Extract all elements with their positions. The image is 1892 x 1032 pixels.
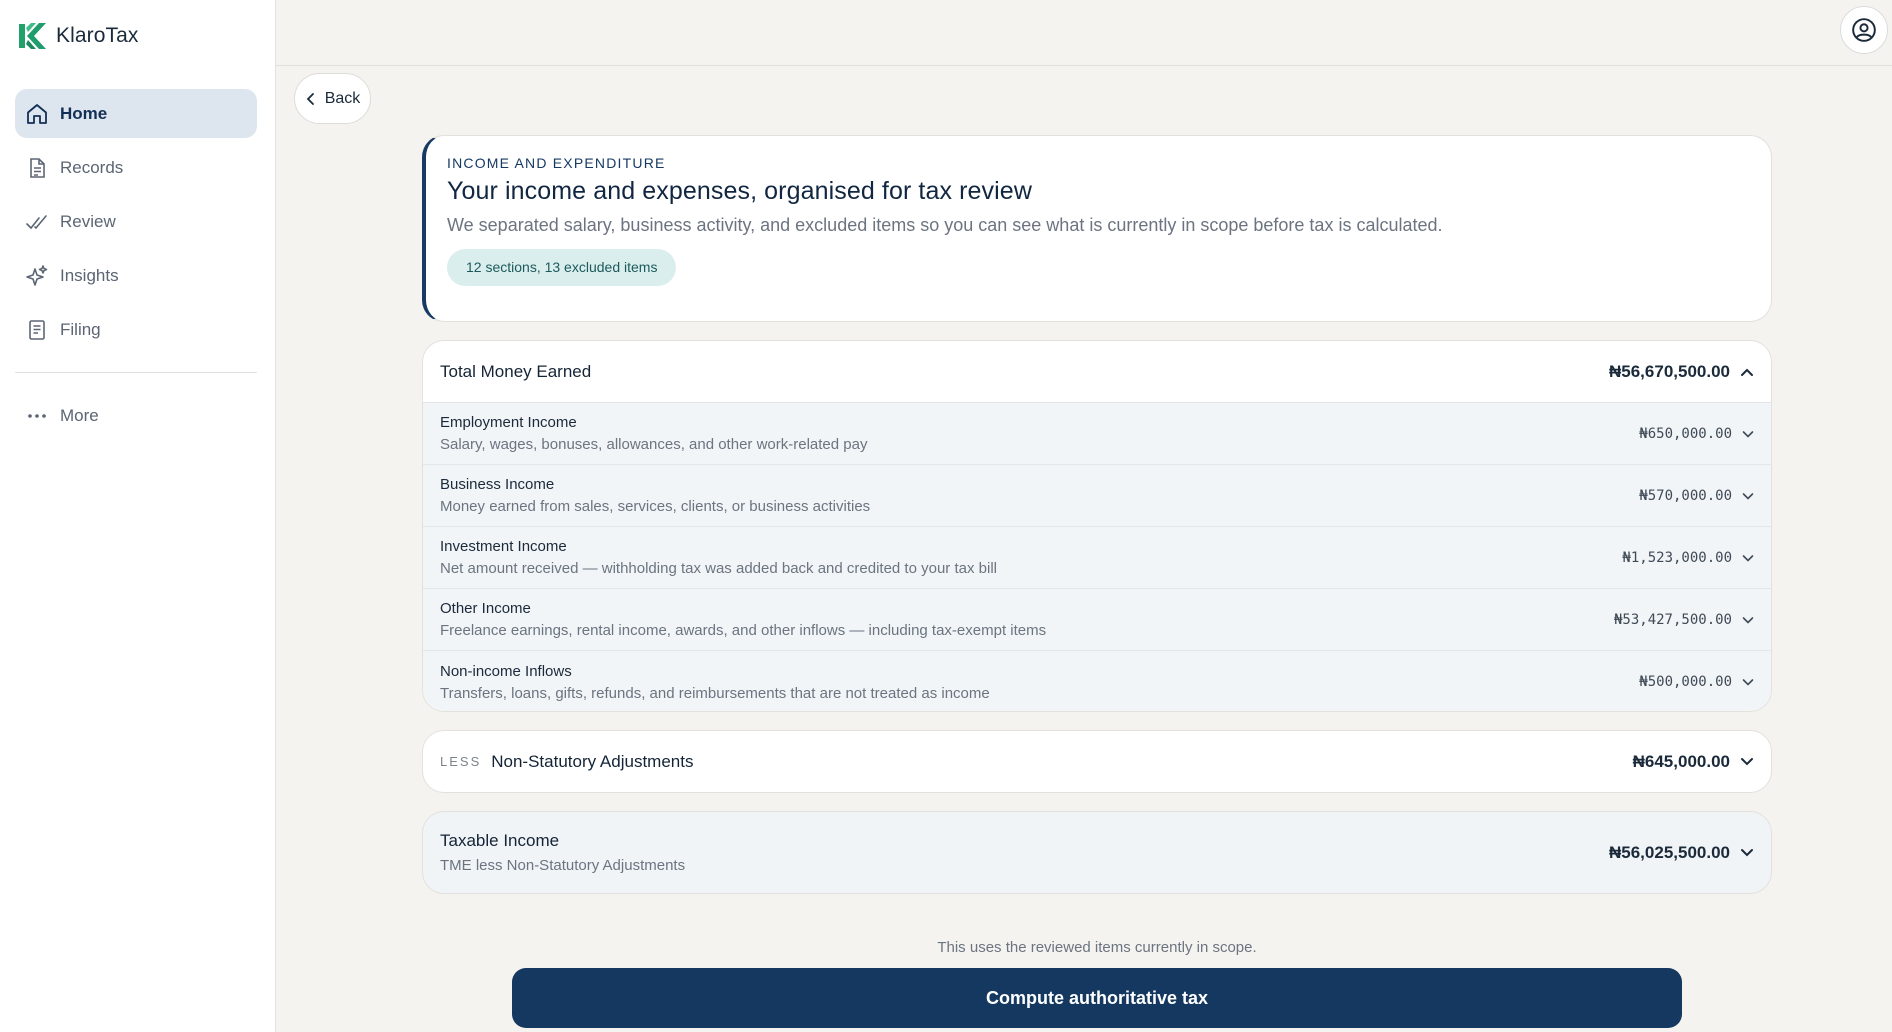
row-subtitle: Salary, wages, bonuses, allowances, and … xyxy=(440,436,868,453)
user-menu-button[interactable] xyxy=(1840,6,1888,54)
row-title: Business Income xyxy=(440,476,555,493)
sidebar-more: More xyxy=(15,391,257,445)
chevron-down-icon xyxy=(1742,430,1754,438)
sidebar-item-label: Insights xyxy=(60,265,119,285)
row-amount: ₦500,000.00 xyxy=(1639,674,1754,690)
taxable-income-subtitle: TME less Non-Statutory Adjustments xyxy=(440,857,686,874)
summary-badge: 12 sections, 13 excluded items xyxy=(447,249,677,286)
row-title: Employment Income xyxy=(440,414,577,431)
compute-tax-button[interactable]: Compute authoritative tax xyxy=(512,968,1682,1028)
sidebar-item-label: Home xyxy=(60,103,108,123)
row-subtitle: Money earned from sales, services, clien… xyxy=(440,498,871,515)
taxable-income-card[interactable]: Taxable Income TME less Non-Statutory Ad… xyxy=(422,811,1772,894)
row-amount-value: ₦1,523,000.00 xyxy=(1622,549,1732,566)
income-expenditure-header: INCOME AND EXPENDITURE Your income and e… xyxy=(422,135,1772,322)
back-button[interactable]: Back xyxy=(294,73,371,124)
row-subtitle: Transfers, loans, gifts, refunds, and re… xyxy=(440,684,990,702)
sidebar-item-review[interactable]: Review xyxy=(15,197,257,246)
income-row-investment[interactable]: Investment Income Net amount received — … xyxy=(423,527,1771,589)
back-label: Back xyxy=(324,89,361,107)
row-amount-value: ₦650,000.00 xyxy=(1639,425,1732,442)
income-row-non-income-inflows[interactable]: Non-income Inflows Transfers, loans, gif… xyxy=(423,651,1771,711)
taxable-income-text: Taxable Income TME less Non-Statutory Ad… xyxy=(440,831,685,874)
adjustments-amount-value: ₦645,000.00 xyxy=(1632,751,1730,771)
home-icon xyxy=(27,103,47,124)
row-amount-value: ₦53,427,500.00 xyxy=(1613,611,1732,628)
sparkle-icon xyxy=(26,264,48,286)
section-eyebrow: INCOME AND EXPENDITURE xyxy=(447,155,666,171)
row-text: Other Income Freelance earnings, rental … xyxy=(440,600,1046,639)
compute-footnote: This uses the reviewed items currently i… xyxy=(937,939,1257,956)
chevron-down-icon xyxy=(1741,757,1753,765)
sidebar-item-more[interactable]: More xyxy=(15,391,257,440)
row-amount: ₦53,427,500.00 xyxy=(1614,612,1754,628)
income-row-business[interactable]: Business Income Money earned from sales,… xyxy=(423,465,1771,527)
taxable-income-amount-value: ₦56,025,500.00 xyxy=(1609,842,1730,862)
adjustments-title: Non-Statutory Adjustments xyxy=(491,751,694,771)
total-money-earned-card: Total Money Earned ₦56,670,500.00 Employ… xyxy=(422,340,1772,712)
less-tag: LESS xyxy=(440,754,482,769)
sidebar: KlaroTax Home Records Review Insights Fi… xyxy=(0,0,276,1032)
row-amount: ₦570,000.00 xyxy=(1639,488,1754,504)
income-row-employment[interactable]: Employment Income Salary, wages, bonuses… xyxy=(423,403,1771,465)
total-amount-value: ₦56,670,500.00 xyxy=(1609,361,1730,381)
row-title: Non-income Inflows xyxy=(440,662,572,680)
row-subtitle: Freelance earnings, rental income, award… xyxy=(440,622,1047,639)
row-text: Employment Income Salary, wages, bonuses… xyxy=(440,414,867,453)
row-text: Business Income Money earned from sales,… xyxy=(440,476,870,515)
total-money-earned-amount: ₦56,670,500.00 xyxy=(1609,362,1754,382)
total-money-earned-title: Total Money Earned xyxy=(440,361,592,381)
more-dots-icon xyxy=(28,413,46,418)
page-description: We separated salary, business activity, … xyxy=(447,215,1443,235)
sidebar-item-label: Review xyxy=(60,211,116,231)
sidebar-item-home[interactable]: Home xyxy=(15,89,257,138)
chevron-down-icon xyxy=(1742,554,1754,562)
row-title: Other Income xyxy=(440,600,531,617)
sidebar-divider xyxy=(15,372,257,373)
non-statutory-adjustments-card[interactable]: LESS Non-Statutory Adjustments ₦645,000.… xyxy=(422,730,1772,793)
row-subtitle: Net amount received — withholding tax wa… xyxy=(440,560,997,577)
sidebar-item-insights[interactable]: Insights xyxy=(15,251,257,300)
page-title: Your income and expenses, organised for … xyxy=(447,177,1032,205)
sidebar-nav: Home Records Review Insights Filing xyxy=(15,89,257,359)
sidebar-item-records[interactable]: Records xyxy=(15,143,257,192)
brand[interactable]: KlaroTax xyxy=(17,20,139,52)
sidebar-item-label: More xyxy=(60,405,99,425)
adjustments-label-group: LESS Non-Statutory Adjustments xyxy=(440,752,693,772)
chevron-down-icon xyxy=(1741,848,1753,856)
brand-name: KlaroTax xyxy=(56,24,139,47)
sidebar-item-label: Filing xyxy=(60,319,101,339)
row-text: Investment Income Net amount received — … xyxy=(440,538,997,577)
top-bar xyxy=(276,0,1892,66)
row-text: Non-income Inflows Transfers, loans, gif… xyxy=(440,663,990,702)
row-title: Investment Income xyxy=(440,538,567,555)
row-amount-value: ₦570,000.00 xyxy=(1639,487,1732,504)
klarotax-logo-icon xyxy=(19,23,46,49)
sidebar-item-filing[interactable]: Filing xyxy=(15,305,257,354)
file-icon xyxy=(29,319,45,340)
row-amount-value: ₦500,000.00 xyxy=(1639,674,1732,690)
double-check-icon xyxy=(26,214,47,229)
income-row-other[interactable]: Other Income Freelance earnings, rental … xyxy=(423,589,1771,651)
user-circle-icon xyxy=(1852,18,1876,42)
chevron-up-icon xyxy=(1741,368,1753,376)
sidebar-item-label: Records xyxy=(60,157,124,177)
chevron-down-icon xyxy=(1742,679,1754,686)
taxable-income-title: Taxable Income xyxy=(440,831,560,850)
row-amount: ₦1,523,000.00 xyxy=(1622,550,1754,566)
chevron-left-icon xyxy=(306,92,314,105)
total-money-earned-header[interactable]: Total Money Earned ₦56,670,500.00 xyxy=(423,341,1771,403)
chevron-down-icon xyxy=(1742,492,1754,500)
adjustments-amount: ₦645,000.00 xyxy=(1633,752,1754,772)
taxable-income-amount: ₦56,025,500.00 xyxy=(1609,843,1754,863)
chevron-down-icon xyxy=(1742,616,1754,624)
row-amount: ₦650,000.00 xyxy=(1639,426,1754,442)
document-icon xyxy=(30,157,45,178)
